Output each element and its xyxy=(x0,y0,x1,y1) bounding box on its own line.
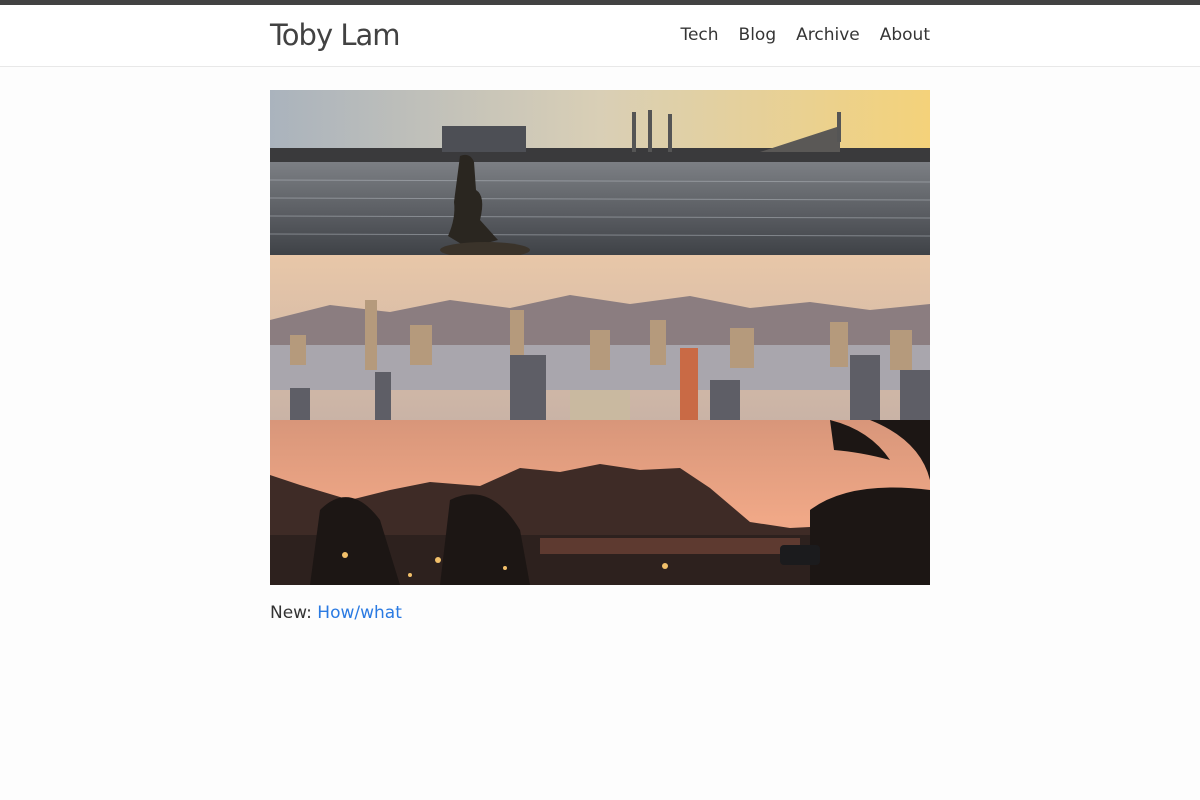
banner-photo-desert xyxy=(270,420,930,585)
site-title-link[interactable]: Toby Lam xyxy=(270,17,400,53)
site-header: Toby Lam Tech Blog Archive About xyxy=(0,5,1200,67)
new-prefix: New: xyxy=(270,603,312,623)
nav-item-tech[interactable]: Tech xyxy=(680,23,718,47)
site-nav: Tech Blog Archive About xyxy=(660,23,930,47)
banner-photo-harbor xyxy=(270,90,930,258)
new-post-line: New: How/what xyxy=(270,600,402,626)
nav-item-blog[interactable]: Blog xyxy=(739,23,777,47)
nav-item-archive[interactable]: Archive xyxy=(796,23,860,47)
nav-item-about[interactable]: About xyxy=(880,23,930,47)
banner-photo-city xyxy=(270,255,930,420)
photo-banner xyxy=(270,90,930,585)
new-post-link[interactable]: How/what xyxy=(317,603,402,623)
